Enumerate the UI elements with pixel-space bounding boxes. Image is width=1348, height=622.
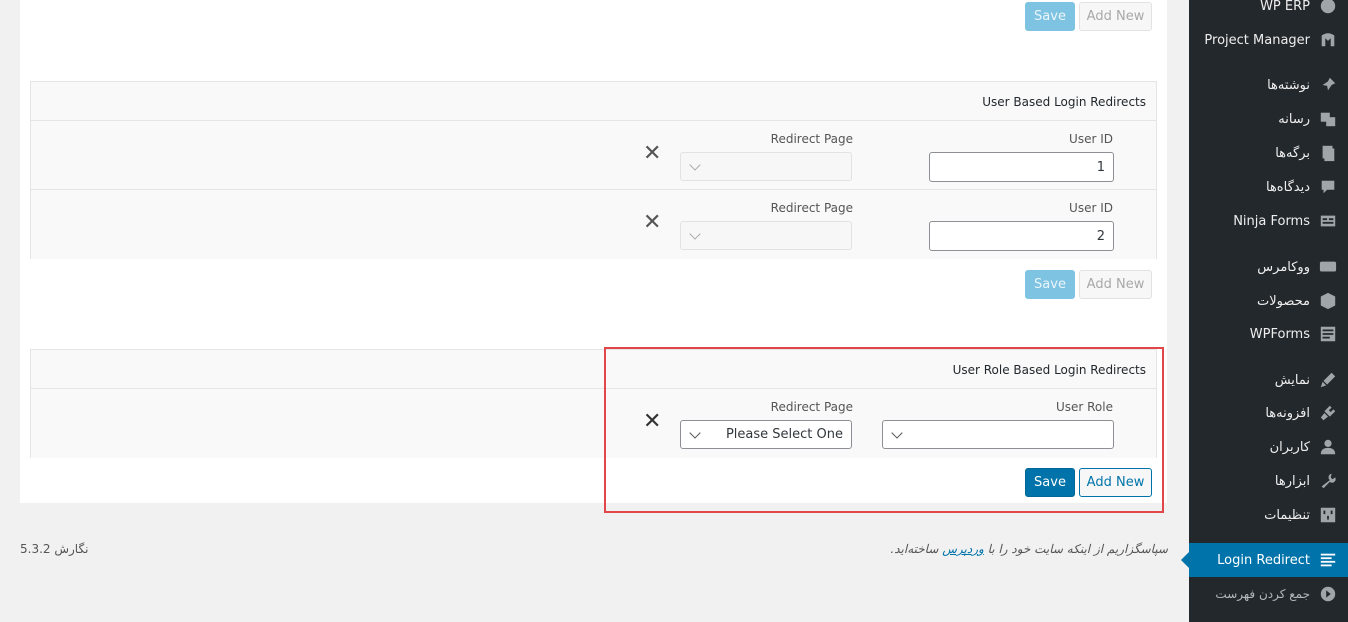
remove-row-icon[interactable]: ✕ — [643, 143, 661, 165]
redirect-page-label: Redirect Page — [770, 132, 853, 146]
sidebar-item-ninja-forms[interactable]: Ninja Forms — [1189, 204, 1348, 238]
add-new-button-disabled-top[interactable]: Add New — [1079, 2, 1152, 31]
sidebar-item-settings[interactable]: تنظیمات — [1189, 498, 1348, 532]
pages-icon — [1318, 143, 1338, 163]
tools-icon — [1318, 471, 1338, 491]
user-based-redirects-box: User Based Login Redirects User ID 1 Red… — [30, 81, 1157, 259]
box-title: User Based Login Redirects — [982, 95, 1146, 109]
sidebar-item-media[interactable]: رسانه — [1189, 102, 1348, 136]
media-icon — [1318, 109, 1338, 129]
user-id-label: User ID — [1069, 132, 1113, 146]
sidebar-item-posts[interactable]: نوشته‌ها — [1189, 68, 1348, 102]
wperp-icon — [1318, 0, 1338, 16]
redirect-page-label: Redirect Page — [770, 201, 853, 215]
sidebar-item-pages[interactable]: برگه‌ها — [1189, 136, 1348, 170]
ninja-forms-icon — [1318, 211, 1338, 231]
chevron-down-icon — [689, 159, 701, 171]
user-id-input[interactable]: 1 — [929, 152, 1114, 182]
redirect-page-select[interactable] — [680, 152, 852, 181]
redirect-page-select[interactable] — [680, 221, 852, 250]
products-icon — [1318, 291, 1338, 311]
current-indicator — [1181, 552, 1189, 568]
pin-icon — [1318, 75, 1338, 95]
sidebar-collapse-menu[interactable]: جمع کردن فهرست — [1189, 577, 1348, 611]
collapse-icon — [1318, 584, 1338, 604]
sidebar-item-wpforms[interactable]: WPForms — [1189, 317, 1348, 351]
sidebar-item-products[interactable]: محصولات — [1189, 284, 1348, 318]
comments-icon — [1318, 177, 1338, 197]
wordpress-link[interactable]: وردپرس — [942, 542, 984, 556]
footer-thanks: سپاسگزاریم از اینکه سایت خود را با وردپر… — [890, 542, 1168, 556]
user-id-label: User ID — [1069, 201, 1113, 215]
remove-row-icon[interactable]: ✕ — [643, 212, 661, 234]
highlight-frame — [604, 347, 1164, 513]
users-icon — [1318, 437, 1338, 457]
project-manager-icon — [1318, 30, 1338, 50]
sidebar-item-users[interactable]: کاربران — [1189, 430, 1348, 464]
table-row: User ID 2 Redirect Page ✕ — [31, 190, 1156, 259]
plugins-icon — [1318, 403, 1338, 423]
wpforms-icon — [1318, 324, 1338, 344]
chevron-down-icon — [689, 228, 701, 240]
admin-sidebar: WP ERP Project Manager نوشته‌ها رسانه بر… — [1181, 0, 1348, 622]
footer-version: نگارش 5.3.2 — [20, 542, 89, 556]
table-row: User ID 1 Redirect Page ✕ — [31, 121, 1156, 190]
add-new-button-disabled[interactable]: Add New — [1079, 270, 1152, 299]
sidebar-item-wp-erp[interactable]: WP ERP — [1189, 0, 1348, 23]
sidebar-item-project-manager[interactable]: Project Manager — [1189, 23, 1348, 57]
list-icon — [1318, 550, 1338, 570]
sidebar-item-tools[interactable]: ابزارها — [1189, 464, 1348, 498]
sidebar-item-comments[interactable]: دیدگاه‌ها — [1189, 170, 1348, 204]
sidebar-item-woocommerce[interactable]: ووکامرس — [1189, 250, 1348, 284]
appearance-icon — [1318, 370, 1338, 390]
save-button-disabled-top[interactable]: Save — [1025, 2, 1075, 31]
settings-icon — [1318, 505, 1338, 525]
sidebar-item-login-redirect[interactable]: Login Redirect — [1181, 543, 1348, 577]
box-header: User Based Login Redirects — [31, 82, 1156, 121]
save-button-disabled[interactable]: Save — [1025, 270, 1075, 299]
woo-icon — [1318, 257, 1338, 277]
sidebar-item-plugins[interactable]: افزونه‌ها — [1189, 396, 1348, 430]
sidebar-item-appearance[interactable]: نمایش — [1189, 363, 1348, 397]
user-id-input[interactable]: 2 — [929, 221, 1114, 251]
